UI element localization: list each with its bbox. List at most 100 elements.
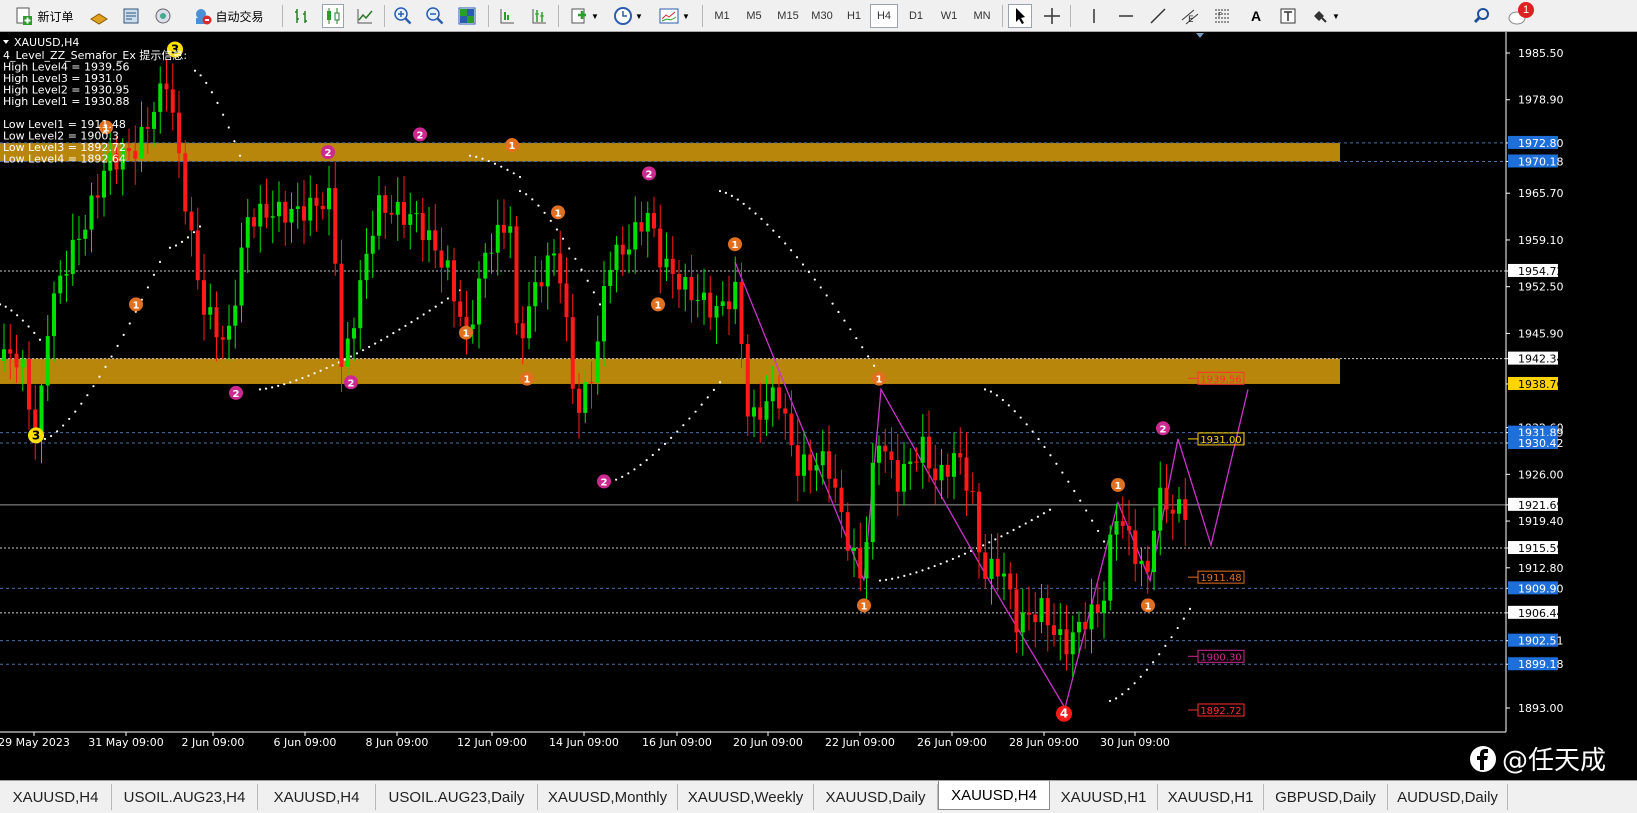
indicators-button[interactable]: ▼ [566,4,602,28]
timeframe-m15[interactable]: M15 [772,4,804,28]
sar-dot [1001,398,1004,402]
chart-tab[interactable]: XAUUSD,Daily [814,784,938,810]
chart-tab[interactable]: XAUUSD,H4 [258,784,376,810]
semafor-label: 2 [1160,424,1167,435]
tile-windows-button[interactable] [456,4,478,28]
sar-dot [158,260,162,263]
sar-dot [1091,519,1094,522]
candle-body [808,454,813,471]
time-label: 30 Jun 09:00 [1100,736,1170,749]
price-chart[interactable]: 3311222211112211111124 1939.56 1931.00 191… [0,32,1637,780]
chart-tab[interactable]: XAUUSD,H4 [938,781,1050,810]
horizontal-line-button[interactable] [1114,4,1138,28]
signals-button[interactable] [152,4,174,28]
chart-tab[interactable]: AUDUSD,Daily [1388,784,1508,810]
candle-body [683,276,688,290]
sar-dot [1164,644,1167,648]
periods-button[interactable]: ▼ [610,4,646,28]
sar-dot [580,268,583,271]
time-label: 2 Jun 09:00 [182,736,245,749]
timeframe-mn[interactable]: MN [966,4,998,28]
bar-chart-button[interactable] [290,4,312,28]
sar-dot [1188,607,1192,610]
time-label: 31 May 09:00 [88,736,163,749]
svg-text:F: F [1218,11,1222,19]
sar-dot [1013,410,1016,413]
chart-tab[interactable]: USOIL.AUG23,Daily [376,784,538,810]
semafor-label: 1 [555,208,562,219]
auto-scroll-button[interactable] [528,4,550,28]
sar-dot [963,552,967,555]
timeframe-h4[interactable]: H4 [870,4,898,28]
timeframe-m5[interactable]: M5 [740,4,768,28]
sar-dot [1079,499,1082,502]
auto-trading-label: 自动交易 [215,9,264,24]
candle-body [95,195,100,198]
zoom-in-button[interactable] [392,4,414,28]
sar-dot [903,574,906,577]
notifications-button[interactable]: 1 [1504,2,1534,28]
candle-body [458,301,463,317]
chart-tab[interactable]: XAUUSD,Monthly [538,784,678,810]
candle-body [139,126,144,159]
timeframe-h1[interactable]: H1 [840,4,868,28]
sar-dot [1170,636,1173,639]
candle-body [183,153,188,212]
timeframe-d1[interactable]: D1 [902,4,930,28]
price-label: 1965.70 [1518,187,1564,200]
sar-dot [825,294,828,297]
timeframe-w1[interactable]: W1 [934,4,964,28]
chart-tab[interactable]: XAUUSD,Weekly [678,784,814,810]
cursor-tool-button[interactable] [1008,4,1032,28]
crosshair-tool-button[interactable] [1040,4,1064,28]
sar-dot [222,113,225,116]
sar-dot [1085,509,1088,512]
candle-body [145,126,150,129]
sar-dot [264,387,268,390]
text-label-button[interactable] [1276,4,1300,28]
chart-tab[interactable]: GBPUSD,Daily [1264,784,1388,810]
sar-dot [238,154,242,157]
price-label: 1959.10 [1518,234,1564,247]
chart-tab[interactable]: XAUUSD,H1 [1158,784,1264,810]
search-button[interactable] [1470,4,1494,28]
templates-button[interactable]: ▼ [654,4,694,28]
vertical-line-button[interactable] [1082,4,1106,28]
text-tool-button[interactable]: A [1244,4,1268,28]
candle-body [870,462,875,543]
candle-body [795,445,800,476]
chart-tab[interactable]: USOIL.AUG23,H4 [112,784,258,810]
candle-body [1014,589,1019,633]
indicator-info-line: High Level1 = 1930.88 [3,95,130,108]
sar-dot [192,231,196,234]
fibonacci-button[interactable]: F [1210,4,1234,28]
candle-body [1120,521,1125,527]
channel-button[interactable]: E [1178,4,1202,28]
sar-dot [392,332,395,335]
candle-body [8,349,13,354]
chart-shift-button[interactable] [496,4,518,28]
chart-tab[interactable]: XAUUSD,H1 [1050,784,1158,810]
candle-body [995,558,1000,577]
sar-dot [1127,688,1130,691]
semafor-label: 1 [133,300,140,311]
timeframe-m1[interactable]: M1 [708,4,736,28]
chart-tabs-bar: XAUUSD,H4 USOIL.AUG23,H4 XAUUSD,H4 USOIL.AU… [0,780,1637,813]
trend-line-button[interactable] [1146,4,1170,28]
line-chart-button[interactable] [354,4,376,28]
data-window-button[interactable] [120,4,142,28]
candle-chart-button[interactable] [322,4,344,28]
arrows-button[interactable]: ▼ [1308,4,1342,28]
chart-tab[interactable]: XAUUSD,H4 [0,784,112,810]
chart-canvas[interactable]: 3311222211112211111124 1939.561931.00191… [0,32,1637,780]
auto-trading-button[interactable]: 自动交易 [184,4,272,28]
vertical-line-icon [1093,9,1095,23]
sar-dot [525,193,528,196]
sar-dot [1151,661,1155,664]
sar-dot [1096,529,1100,533]
zoom-out-button[interactable] [424,4,446,28]
new-order-button[interactable]: 新订单 [8,4,80,28]
market-watch-button[interactable] [88,4,110,28]
timeframe-m30[interactable]: M30 [806,4,838,28]
sar-dot [216,101,219,105]
